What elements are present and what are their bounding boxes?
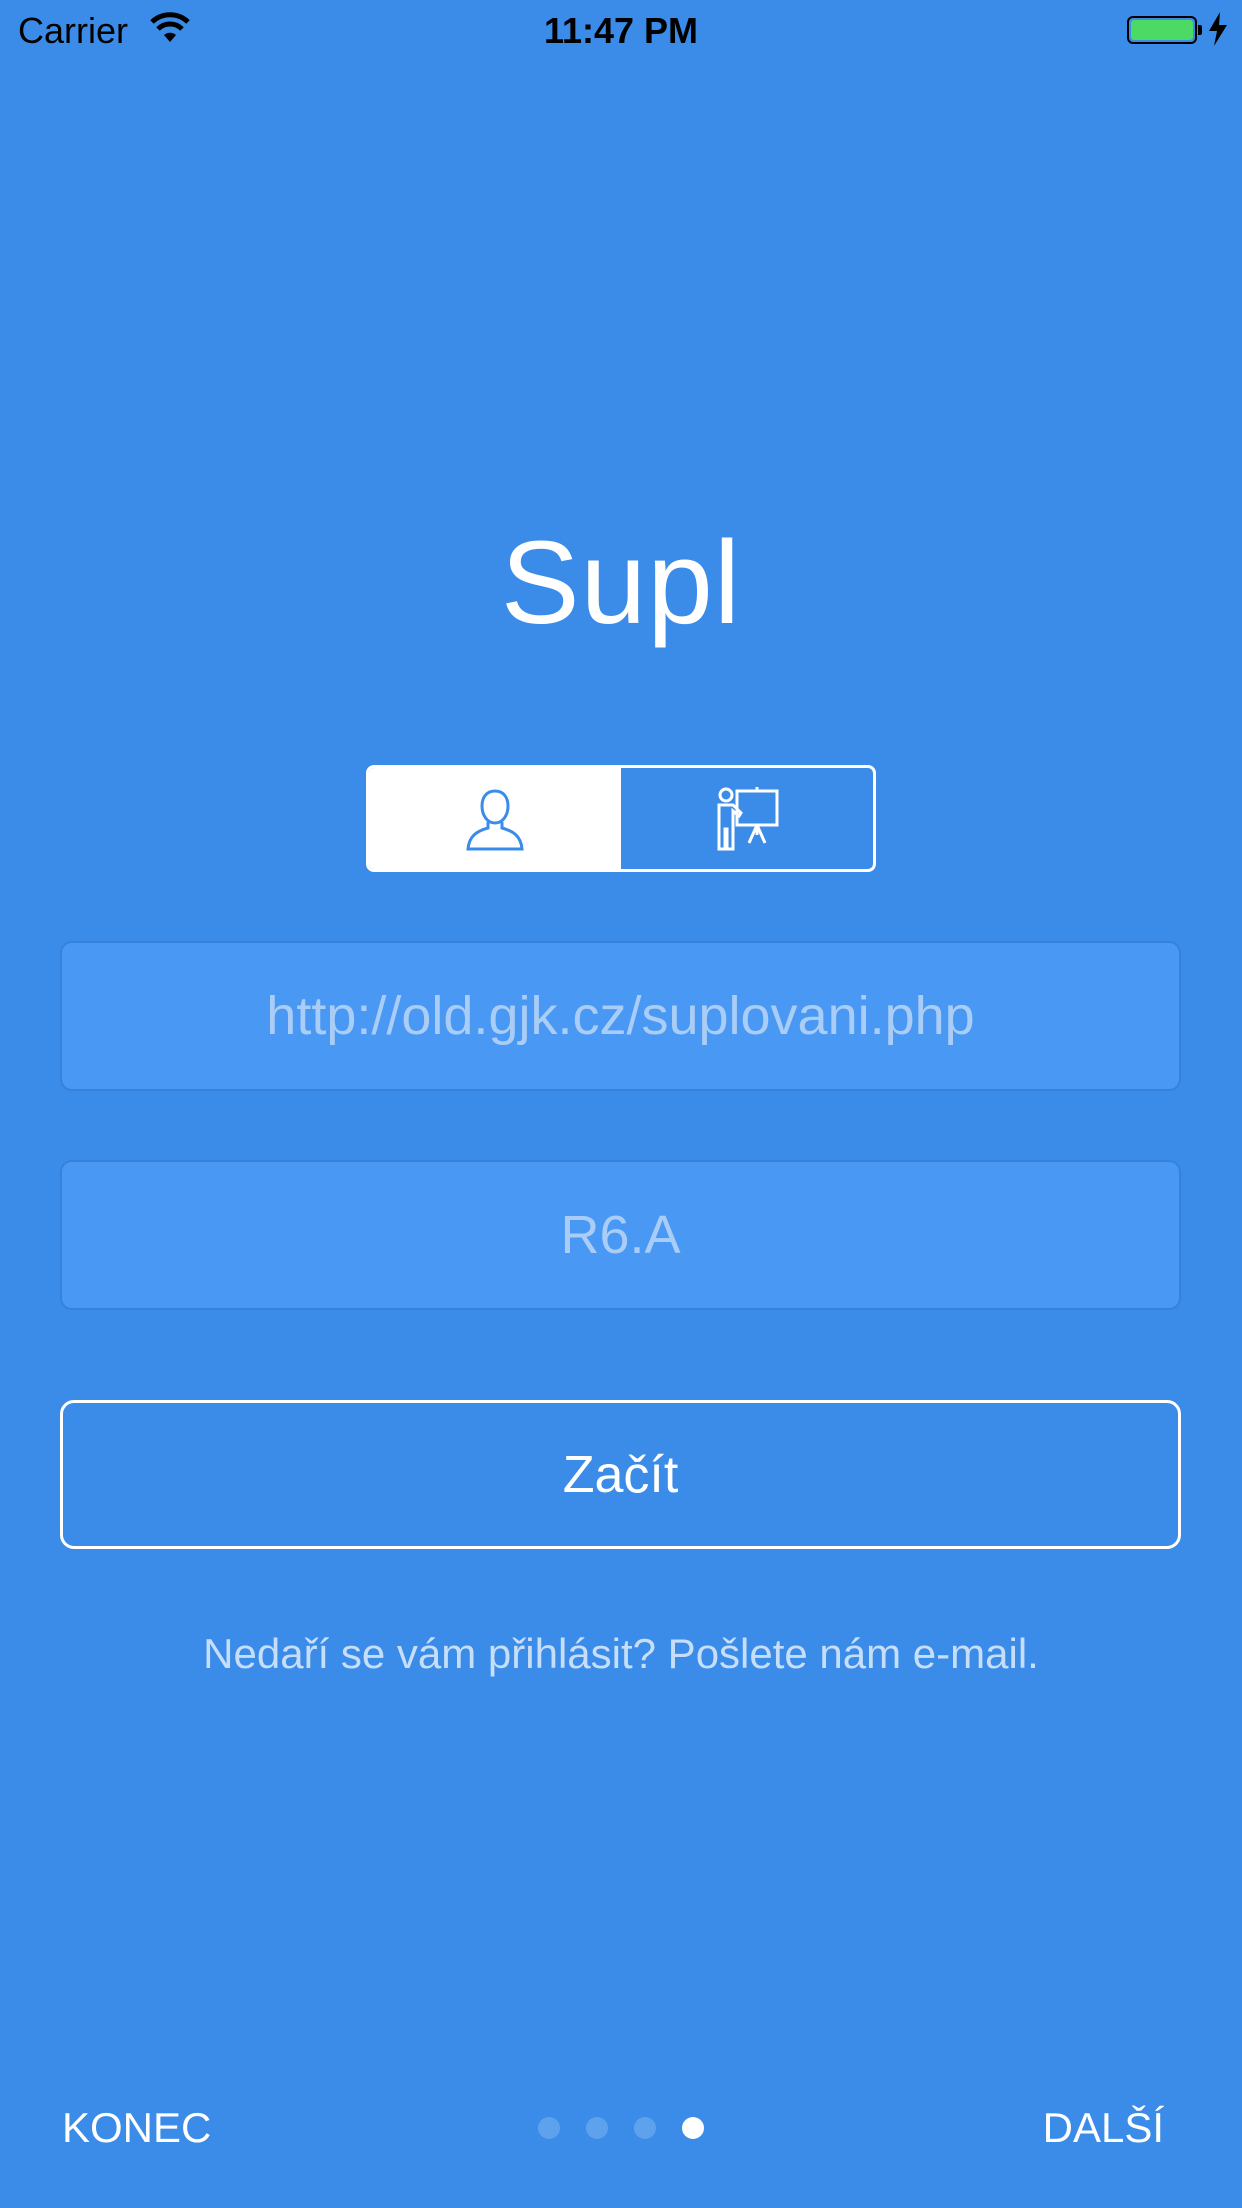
email-help-link[interactable]: Nedaří se vám přihlásit? Pošlete nám e-m… xyxy=(0,1630,1242,1678)
page-dot-active[interactable] xyxy=(682,2117,704,2139)
bolt-icon xyxy=(1209,12,1227,46)
status-time: 11:47 PM xyxy=(543,10,699,51)
battery-level xyxy=(1131,20,1193,40)
segment-student[interactable] xyxy=(369,768,621,869)
url-field-container xyxy=(60,941,1181,1091)
skip-button[interactable]: KONEC xyxy=(62,2104,211,2152)
next-button[interactable]: DALŠÍ xyxy=(1043,2104,1164,2152)
url-input[interactable] xyxy=(62,943,1179,1089)
app-title: Supl xyxy=(500,517,742,649)
battery-tip xyxy=(1198,25,1202,35)
class-input[interactable] xyxy=(62,1162,1179,1308)
segment-teacher[interactable] xyxy=(621,768,873,869)
page-dot[interactable] xyxy=(634,2117,656,2139)
page-indicator[interactable] xyxy=(538,2117,704,2139)
class-field-container xyxy=(60,1160,1181,1310)
battery-icon xyxy=(1127,16,1197,44)
role-segmented-control[interactable] xyxy=(366,765,876,872)
page-dot[interactable] xyxy=(586,2117,608,2139)
student-icon xyxy=(466,788,524,850)
teacher-icon xyxy=(717,786,779,850)
page-dot[interactable] xyxy=(538,2117,560,2139)
start-button[interactable]: Začít xyxy=(60,1400,1181,1549)
status-bar: Carrier 11:47 PM xyxy=(0,0,1242,60)
